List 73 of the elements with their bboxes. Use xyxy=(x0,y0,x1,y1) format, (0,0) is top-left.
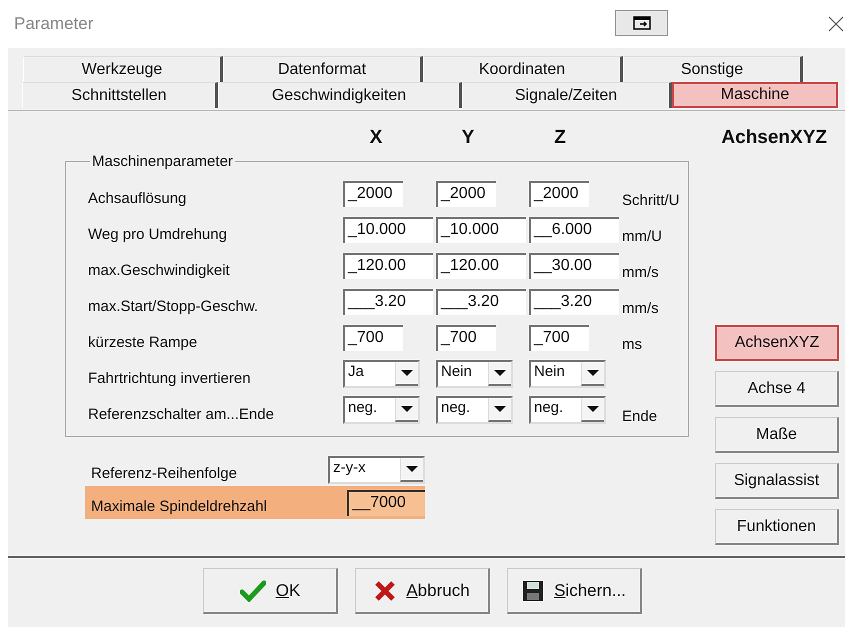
restore-button[interactable] xyxy=(615,10,668,36)
unit-label: ms xyxy=(622,334,642,352)
tab[interactable]: Werkzeuge xyxy=(23,56,223,82)
input-field[interactable]: ___3.20 xyxy=(343,289,433,315)
input-field[interactable]: _10.000 xyxy=(436,217,526,243)
dropdown[interactable]: Nein xyxy=(529,360,606,388)
floppy-icon xyxy=(522,580,544,602)
tab[interactable]: Signale/Zeiten xyxy=(462,82,672,108)
input-field[interactable]: ___3.20 xyxy=(529,289,619,315)
dropdown[interactable]: Nein xyxy=(436,360,513,388)
tab[interactable]: Geschwindigkeiten xyxy=(218,82,462,108)
input-field[interactable]: _120.00 xyxy=(436,253,526,279)
group-title: Maschinenparameter xyxy=(91,153,234,170)
side-button[interactable]: Maße xyxy=(715,417,839,453)
parameter-label: Referenzschalter am...Ende xyxy=(88,404,275,422)
input-field[interactable]: _120.00 xyxy=(343,253,433,279)
side-button[interactable]: Signalassist xyxy=(715,463,839,499)
tab[interactable]: Koordinaten xyxy=(423,56,623,82)
check-icon xyxy=(240,580,266,602)
parameter-label: Referenz-Reihenfolge xyxy=(90,464,238,482)
parameter-label: Achsauflösung xyxy=(88,188,188,206)
section-title: AchsenXYZ xyxy=(721,127,827,149)
dropdown[interactable]: Ja xyxy=(343,360,420,388)
axis-label: Y xyxy=(462,127,474,150)
tab[interactable]: Sonstige xyxy=(623,56,803,82)
x-icon xyxy=(374,580,396,602)
dropdown[interactable]: z-y-x xyxy=(328,456,425,484)
input-field[interactable]: _2000 xyxy=(436,181,496,207)
parameter-label: kürzeste Rampe xyxy=(88,332,198,350)
ok-button[interactable]: OK xyxy=(203,568,338,614)
side-button[interactable]: AchsenXYZ xyxy=(715,325,839,361)
input-field[interactable]: _700 xyxy=(529,325,589,351)
close-icon[interactable] xyxy=(828,16,844,32)
input-field[interactable]: _2000 xyxy=(529,181,589,207)
side-button[interactable]: Funktionen xyxy=(715,509,839,545)
input-field[interactable]: _10.000 xyxy=(343,217,433,243)
tab[interactable]: Maschine xyxy=(672,82,838,108)
input-field[interactable]: _700 xyxy=(343,325,403,351)
caret-icon xyxy=(406,466,418,472)
tab[interactable]: Datenformat xyxy=(223,56,423,82)
save-button[interactable]: Sichern... xyxy=(507,568,642,614)
cancel-button[interactable]: Abbruch xyxy=(355,568,490,614)
caret-icon xyxy=(494,370,506,376)
dropdown[interactable]: neg. xyxy=(436,396,513,424)
window-title: Parameter xyxy=(14,14,94,34)
input-field[interactable]: _2000 xyxy=(343,181,403,207)
parameter-label: max.Start/Stopp-Geschw. xyxy=(88,296,260,314)
axis-label: X xyxy=(370,127,382,150)
unit-label: mm/s xyxy=(622,262,659,280)
tab[interactable]: Schnittstellen xyxy=(22,82,218,108)
parameter-label: Fahrtrichtung invertieren xyxy=(88,368,252,386)
unit-label: Ende xyxy=(622,406,658,424)
dropdown[interactable]: neg. xyxy=(343,396,420,424)
input-field[interactable]: __30.00 xyxy=(529,253,619,279)
parameter-label: Maximale Spindeldrehzahl xyxy=(90,497,268,515)
side-button[interactable]: Achse 4 xyxy=(715,371,839,407)
input-field[interactable]: __7000 xyxy=(347,490,425,516)
caret-icon xyxy=(401,370,413,376)
caret-icon xyxy=(587,370,599,376)
unit-label: mm/U xyxy=(622,226,662,244)
axis-label: Z xyxy=(554,127,566,150)
unit-label: mm/s xyxy=(622,298,659,316)
caret-icon xyxy=(587,406,599,412)
parameter-label: max.Geschwindigkeit xyxy=(88,260,231,278)
unit-label: Schritt/U xyxy=(622,190,680,208)
dropdown[interactable]: neg. xyxy=(529,396,606,424)
input-field[interactable]: ___3.20 xyxy=(436,289,526,315)
window-icon xyxy=(632,16,650,30)
input-field[interactable]: _700 xyxy=(436,325,496,351)
caret-icon xyxy=(494,406,506,412)
input-field[interactable]: __6.000 xyxy=(529,217,619,243)
parameter-label: Weg pro Umdrehung xyxy=(88,224,228,242)
caret-icon xyxy=(401,406,413,412)
